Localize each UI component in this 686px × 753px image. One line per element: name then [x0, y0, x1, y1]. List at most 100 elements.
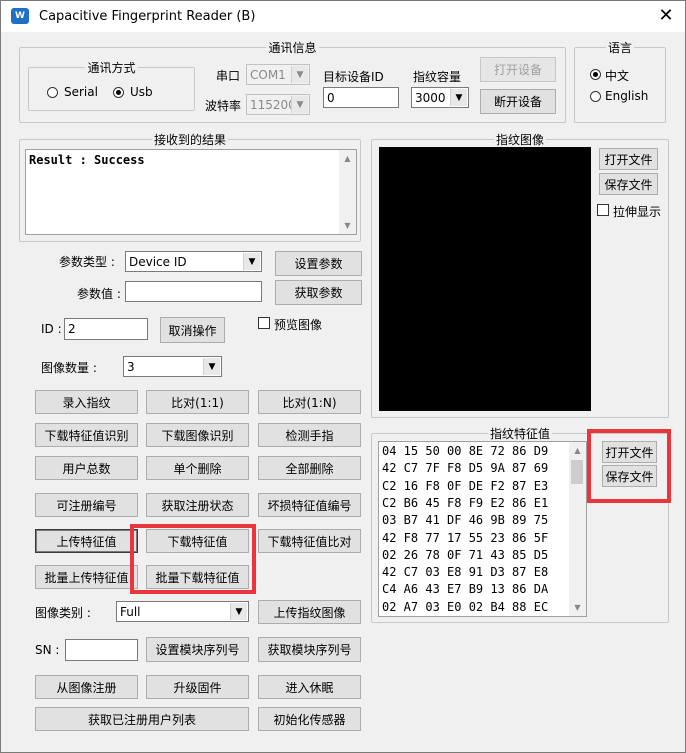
- port-label: 串口: [216, 69, 241, 83]
- stretch-checkbox[interactable]: [597, 204, 609, 216]
- comm-group-title: 通讯信息: [268, 41, 317, 55]
- image-count-label: 图像数量 :: [41, 361, 97, 375]
- feature-line: 02 26 78 0F 71 43 85 D5: [382, 547, 549, 562]
- enroll-from-image-button[interactable]: 从图像注册: [35, 675, 138, 699]
- match-1-1-button[interactable]: 比对(1:1): [146, 390, 249, 414]
- chevron-down-icon: ▼: [230, 603, 247, 620]
- batch-upload-feature-button[interactable]: 批量上传特征值: [35, 565, 138, 589]
- stretch-label: 拉伸显示: [613, 205, 662, 219]
- image-count-select[interactable]: 3 ▼: [123, 356, 222, 377]
- scroll-up-icon[interactable]: ▲: [339, 150, 356, 167]
- feature-scrollbar[interactable]: ▲ ▼: [569, 442, 586, 616]
- param-type-select[interactable]: Device ID ▼: [125, 251, 262, 272]
- feature-line: 42 F8 77 17 55 23 86 5F: [382, 530, 549, 545]
- baud-select[interactable]: 115200 ▼: [246, 94, 310, 115]
- main-window: W Capacitive Fingerprint Reader (B) ✕ 通讯…: [0, 0, 686, 753]
- bad-feature-ids-button[interactable]: 坏损特征值编号: [258, 493, 361, 517]
- result-textbox[interactable]: Result : Success ▲ ▼: [25, 149, 357, 235]
- detect-finger-button[interactable]: 检测手指: [258, 423, 361, 447]
- feature-line: 04 15 50 00 8E 72 86 D9: [382, 444, 549, 458]
- upload-fp-image-button[interactable]: 上传指纹图像: [258, 600, 361, 624]
- highlight-box-feature-files: [587, 429, 671, 503]
- target-id-label: 目标设备ID: [323, 70, 384, 84]
- usb-label: Usb: [130, 85, 153, 99]
- enter-sleep-button[interactable]: 进入休眠: [258, 675, 361, 699]
- image-open-file-button[interactable]: 打开文件: [599, 148, 658, 170]
- chinese-label: 中文: [605, 69, 630, 83]
- get-serial-button[interactable]: 获取模块序列号: [258, 637, 361, 662]
- download-feature-compare-button[interactable]: 下载特征值比对: [258, 529, 361, 553]
- baud-label: 波特率: [205, 99, 242, 113]
- chevron-down-icon: ▼: [291, 66, 308, 83]
- scroll-up-icon[interactable]: ▲: [569, 442, 586, 459]
- fingerprint-image-title: 指纹图像: [495, 133, 544, 147]
- get-enroll-status-button[interactable]: 获取注册状态: [146, 493, 249, 517]
- feature-line: C2 B6 45 F8 F9 E2 86 E1: [382, 495, 549, 510]
- upload-feature-button[interactable]: 上传特征值: [35, 529, 138, 553]
- image-type-select[interactable]: Full ▼: [116, 601, 249, 622]
- param-value-field[interactable]: [125, 281, 262, 302]
- app-icon: W: [11, 8, 29, 24]
- close-device-button[interactable]: 断开设备: [480, 89, 556, 114]
- result-scrollbar[interactable]: ▲ ▼: [339, 150, 356, 234]
- english-label: English: [605, 89, 649, 103]
- result-text: Result : Success: [29, 153, 145, 167]
- preview-label: 预览图像: [274, 318, 323, 332]
- feature-line: C2 16 F8 0F DE F2 87 E3: [382, 478, 549, 493]
- sn-field[interactable]: [65, 639, 138, 661]
- feature-line: 42 C7 7F F8 D5 9A 87 69: [382, 461, 549, 476]
- set-serial-button[interactable]: 设置模块序列号: [146, 637, 249, 662]
- serial-label: Serial: [64, 85, 98, 99]
- chevron-down-icon: ▼: [450, 89, 467, 106]
- feature-listbox[interactable]: 04 15 50 00 8E 72 86 D9 42 C7 7F F8 D5 9A…: [378, 441, 587, 617]
- chevron-down-icon: ▼: [291, 96, 308, 113]
- scroll-thumb[interactable]: [571, 460, 583, 484]
- window-title: Capacitive Fingerprint Reader (B): [39, 9, 256, 24]
- capacity-label: 指纹容量: [413, 70, 462, 84]
- user-total-button[interactable]: 用户总数: [35, 456, 138, 480]
- feature-line: 03 B7 41 DF 46 9B 89 75: [382, 513, 549, 528]
- feature-line: C4 A6 43 E7 B9 13 86 DA: [382, 582, 549, 597]
- preview-checkbox[interactable]: [258, 317, 270, 329]
- init-sensor-button[interactable]: 初始化传感器: [258, 707, 361, 731]
- image-save-file-button[interactable]: 保存文件: [599, 173, 658, 195]
- get-param-button[interactable]: 获取参数: [275, 280, 362, 305]
- id-label: ID :: [41, 322, 62, 336]
- set-param-button[interactable]: 设置参数: [275, 251, 362, 276]
- enroll-button[interactable]: 录入指纹: [35, 390, 138, 414]
- usb-radio[interactable]: [113, 87, 124, 98]
- param-type-label: 参数类型 :: [59, 255, 115, 269]
- capacity-select[interactable]: 3000 ▼: [411, 87, 469, 108]
- highlight-box-download: [130, 524, 256, 594]
- open-device-button[interactable]: 打开设备: [480, 57, 556, 82]
- download-image-identify-button[interactable]: 下载图像识别: [146, 423, 249, 447]
- close-icon[interactable]: ✕: [649, 3, 683, 29]
- feature-line: 02 A7 03 E0 02 B4 88 EC: [382, 599, 549, 614]
- get-enrolled-list-button[interactable]: 获取已注册用户列表: [35, 707, 249, 731]
- cancel-button[interactable]: 取消操作: [160, 317, 225, 343]
- enrollable-id-button[interactable]: 可注册编号: [35, 493, 138, 517]
- target-id-field[interactable]: 0: [323, 87, 399, 108]
- download-feature-identify-button[interactable]: 下载特征值识别: [35, 423, 138, 447]
- port-select[interactable]: COM1 ▼: [246, 64, 310, 85]
- delete-single-button[interactable]: 单个删除: [146, 456, 249, 480]
- title-bar: W Capacitive Fingerprint Reader (B) ✕: [1, 1, 685, 32]
- scroll-down-icon[interactable]: ▼: [339, 217, 356, 234]
- chinese-radio[interactable]: [590, 69, 601, 80]
- result-title: 接收到的结果: [153, 133, 226, 147]
- feature-line: 42 C7 03 E8 91 D3 87 E8: [382, 565, 549, 580]
- image-type-label: 图像类别 :: [35, 606, 91, 620]
- delete-all-button[interactable]: 全部删除: [258, 456, 361, 480]
- language-title: 语言: [607, 41, 632, 55]
- fingerprint-image-canvas: [379, 147, 591, 411]
- upgrade-firmware-button[interactable]: 升级固件: [146, 675, 249, 699]
- feature-title: 指纹特征值: [489, 427, 550, 441]
- english-radio[interactable]: [590, 91, 601, 102]
- chevron-down-icon: ▼: [243, 253, 260, 270]
- scroll-down-icon[interactable]: ▼: [569, 599, 586, 616]
- id-field[interactable]: 2: [64, 318, 148, 340]
- serial-radio[interactable]: [47, 87, 58, 98]
- match-1-n-button[interactable]: 比对(1:N): [258, 390, 361, 414]
- sn-label: SN :: [35, 643, 60, 657]
- comm-mode-title: 通讯方式: [87, 61, 136, 75]
